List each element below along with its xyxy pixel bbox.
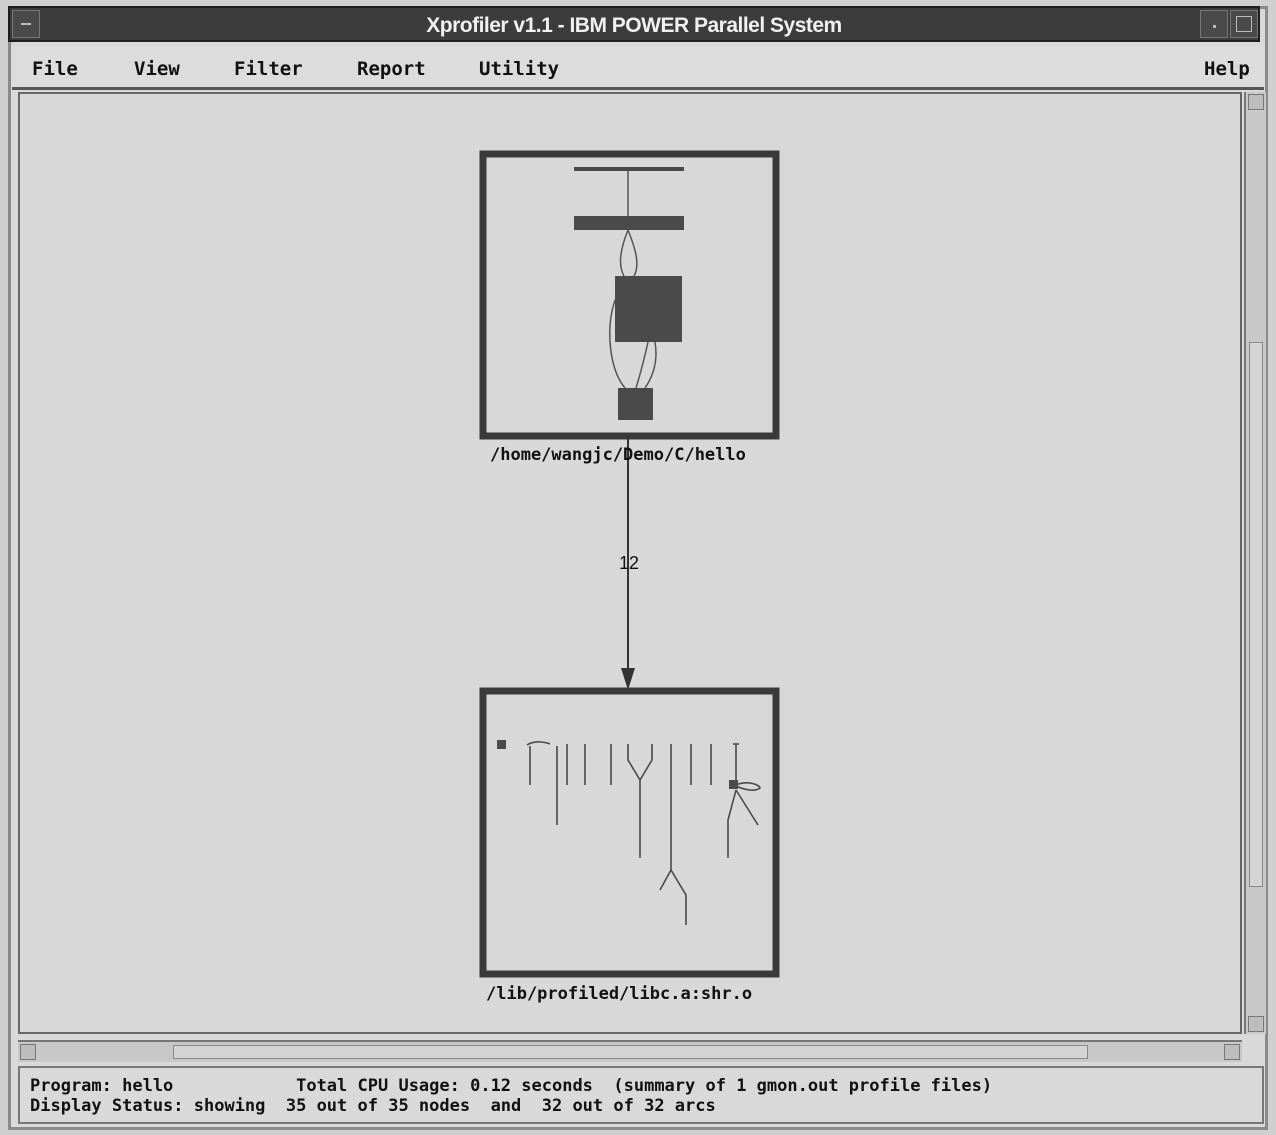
- scroll-right-icon[interactable]: [1224, 1044, 1240, 1060]
- status-bar: Program: hello Total CPU Usage: 0.12 sec…: [18, 1066, 1264, 1124]
- menu-utility[interactable]: Utility: [479, 58, 559, 80]
- menu-view[interactable]: View: [134, 58, 180, 80]
- menu-filter[interactable]: Filter: [234, 58, 303, 80]
- vertical-scrollbar[interactable]: [1244, 92, 1266, 1034]
- menu-bar: File View Filter Report Utility Help: [12, 46, 1264, 90]
- cluster-label-libc[interactable]: /lib/profiled/libc.a:shr.o: [486, 984, 752, 1004]
- menu-report[interactable]: Report: [357, 58, 426, 80]
- minimize-icon[interactable]: [1200, 10, 1228, 38]
- scroll-left-icon[interactable]: [20, 1044, 36, 1060]
- vertical-scroll-thumb[interactable]: [1249, 342, 1263, 887]
- status-program-line: Program: hello Total CPU Usage: 0.12 sec…: [30, 1076, 993, 1096]
- maximize-icon[interactable]: [1230, 10, 1258, 38]
- menu-help[interactable]: Help: [1204, 58, 1250, 80]
- cluster-label-hello[interactable]: /home/wangjc/Demo/C/hello: [490, 445, 746, 465]
- arc-count-label: 12: [619, 553, 640, 573]
- scroll-up-icon[interactable]: [1248, 94, 1264, 110]
- horizontal-scrollbar[interactable]: [18, 1040, 1242, 1062]
- scroll-down-icon[interactable]: [1248, 1016, 1264, 1032]
- menu-file[interactable]: File: [32, 58, 78, 80]
- title-bar[interactable]: Xprofiler v1.1 - IBM POWER Parallel Syst…: [8, 6, 1260, 42]
- status-display-line: Display Status: showing 35 out of 35 nod…: [30, 1096, 716, 1116]
- window-title: Xprofiler v1.1 - IBM POWER Parallel Syst…: [426, 14, 842, 37]
- horizontal-scroll-thumb[interactable]: [173, 1045, 1088, 1059]
